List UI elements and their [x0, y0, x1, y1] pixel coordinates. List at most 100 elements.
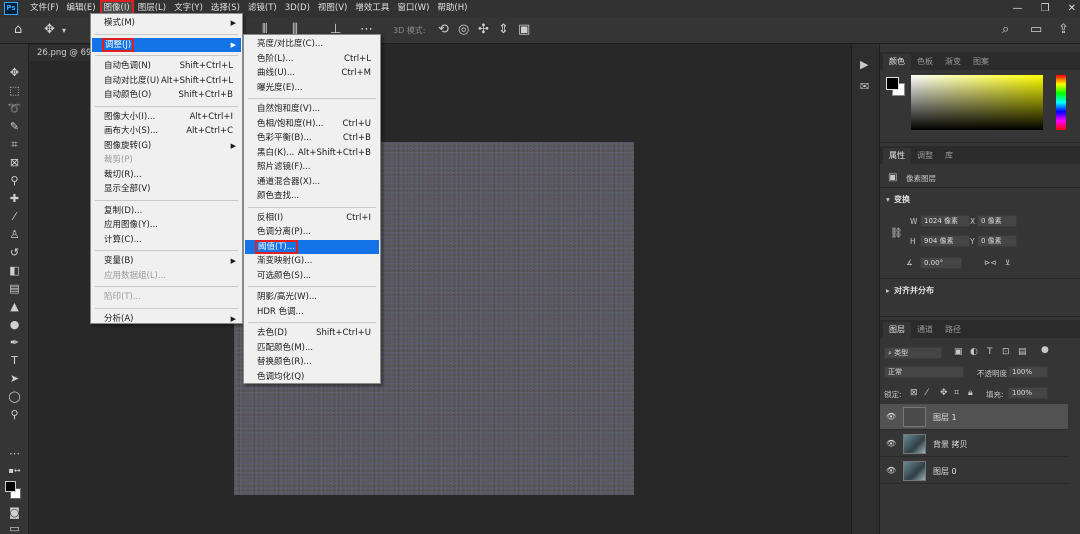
image-menu-item-15[interactable]: 复制(D)...	[92, 204, 241, 218]
link-icon[interactable]: ⛓	[890, 228, 903, 239]
image-menu-item-4[interactable]: 自动色调(N) Shift+Ctrl+L	[92, 59, 241, 73]
adjust-menu-item-11[interactable]: 颜色查找...	[245, 189, 379, 203]
orbit-3d-icon[interactable]: ⟲	[438, 22, 449, 37]
layer-filter-select[interactable]: ⌕ 类型	[884, 347, 942, 359]
image-menu-item-5[interactable]: 自动对比度(U) Alt+Shift+Ctrl+L	[92, 74, 241, 88]
menu-6-t[interactable]: 滤镜(T)	[244, 0, 281, 17]
hue-slider[interactable]	[1056, 75, 1066, 130]
chevron-right-icon[interactable]: ▸	[886, 286, 890, 295]
filter-shape-icon[interactable]: ⊡	[1002, 347, 1010, 357]
prop-tabs-tab-2[interactable]: 库	[939, 148, 959, 164]
opacity-field[interactable]: 100%	[1008, 366, 1048, 378]
image-menu-item-8[interactable]: 图像大小(I)... Alt+Ctrl+I	[92, 110, 241, 124]
blur-tool-icon[interactable]: ▲	[6, 300, 23, 314]
crop-tool-icon[interactable]: ⌗	[6, 138, 23, 152]
layer-row[interactable]: 👁︎ 图层 0	[880, 458, 1068, 484]
adjust-menu-item-17[interactable]: 可选颜色(S)...	[245, 269, 379, 283]
chevron-down-icon[interactable]: ▾	[62, 26, 66, 35]
eye-icon[interactable]: 👁︎	[886, 412, 896, 421]
gradient-tool-icon[interactable]: ▤	[6, 282, 23, 296]
adjust-menu-item-22[interactable]: 去色(D) Shift+Ctrl+U	[245, 326, 379, 340]
adjust-menu-item-16[interactable]: 渐变映射(G)...	[245, 254, 379, 268]
lock-all-icon[interactable]: 🔒︎	[968, 388, 973, 398]
menu-11-h[interactable]: 帮助(H)	[433, 0, 471, 17]
filter-smart-object-icon[interactable]: ▤	[1018, 347, 1027, 357]
adjust-menu-item-7[interactable]: 色彩平衡(B)... Ctrl+B	[245, 131, 379, 145]
filter-adjustment-icon[interactable]: ◐	[970, 347, 978, 357]
quick-mask-icon[interactable]: ◙	[6, 506, 23, 520]
adjust-menu-item-1[interactable]: 色阶(L)... Ctrl+L	[245, 52, 379, 66]
adjust-menu-item-25[interactable]: 色调均化(Q)	[245, 370, 379, 384]
color-picker-field[interactable]	[911, 75, 1043, 130]
document-tab[interactable]: 26.png @ 69.5	[29, 45, 91, 61]
adjust-menu-item-10[interactable]: 通道混合器(X)...	[245, 175, 379, 189]
zoom-tool-icon[interactable]: ⚲	[6, 408, 23, 422]
image-menu-item-2[interactable]: 调整(J) ▶	[92, 37, 241, 52]
image-menu-item-9[interactable]: 画布大小(S)... Alt+Ctrl+C	[92, 124, 241, 138]
filter-type-icon[interactable]: T	[987, 347, 993, 357]
eyedropper-tool-icon[interactable]: ⚲	[6, 174, 23, 188]
eye-icon[interactable]: 👁︎	[886, 466, 896, 475]
move-tool-icon[interactable]: ✥	[44, 22, 55, 37]
roll-3d-icon[interactable]: ◎	[458, 22, 469, 37]
share-icon[interactable]: ⇪	[1058, 22, 1069, 37]
ellipse-tool-icon[interactable]: ◯	[6, 390, 23, 404]
menu-7-3d-d[interactable]: 3D(D)	[281, 0, 314, 17]
restore-button[interactable]: ❐	[1041, 3, 1050, 14]
adjust-menu-item-19[interactable]: 阴影/高光(W)...	[245, 290, 379, 304]
pan-3d-icon[interactable]: ✣	[478, 22, 489, 37]
image-menu-item-10[interactable]: 图像旋转(G) ▶	[92, 139, 241, 153]
adjust-menu-item-8[interactable]: 黑白(K)... Alt+Shift+Ctrl+B	[245, 146, 379, 160]
color-tabs-tab-1[interactable]: 色板	[911, 54, 939, 70]
adjust-menu-item-15[interactable]: 阈值(T)...	[245, 239, 379, 254]
frame-tool-icon[interactable]: ⊠	[6, 156, 23, 170]
history-brush-tool-icon[interactable]: ↺	[6, 246, 23, 260]
adjust-menu-item-14[interactable]: 色调分离(P)...	[245, 225, 379, 239]
default-colors-icon[interactable]: ▪↔	[6, 464, 23, 478]
fill-field[interactable]: 100%	[1008, 387, 1048, 399]
slide-3d-icon[interactable]: ⇕	[498, 22, 509, 37]
layer-tabs-tab-2[interactable]: 路径	[939, 322, 967, 338]
adjust-menu-item-24[interactable]: 替换颜色(R)...	[245, 355, 379, 369]
color-tabs-tab-2[interactable]: 渐变	[939, 54, 967, 70]
foreground-color-swatch[interactable]	[5, 481, 16, 492]
type-tool-icon[interactable]: T	[6, 354, 23, 368]
blend-mode-select[interactable]: 正常	[884, 366, 964, 378]
angle-field[interactable]: 0.00°	[920, 257, 962, 269]
flip-vertical-icon[interactable]: ⊻	[1005, 258, 1011, 267]
minimize-button[interactable]: —	[1013, 3, 1023, 14]
image-menu-item-0[interactable]: 模式(M) ▶	[92, 16, 241, 30]
image-menu-item-16[interactable]: 应用图像(Y)...	[92, 218, 241, 232]
menu-10-w[interactable]: 窗口(W)	[393, 0, 433, 17]
chevron-down-icon[interactable]: ▾	[886, 195, 890, 204]
healing-brush-tool-icon[interactable]: ✚	[6, 192, 23, 206]
image-menu-item-22[interactable]: 陷印(T)...	[92, 290, 241, 304]
y-field[interactable]: 0 像素	[977, 235, 1017, 247]
workspace-icon[interactable]: ▭	[1030, 22, 1042, 37]
move-tool-icon[interactable]: ✥	[6, 66, 23, 80]
quick-select-tool-icon[interactable]: ✎	[6, 120, 23, 134]
prop-tabs-tab-0[interactable]: 属性	[883, 148, 911, 164]
image-menu-item-11[interactable]: 裁剪(P)	[92, 153, 241, 167]
pen-tool-icon[interactable]: ✒	[6, 336, 23, 350]
scale-3d-icon[interactable]: ▣	[518, 22, 530, 37]
menu-9-item[interactable]: 增效工具	[351, 0, 393, 17]
home-icon[interactable]: ⌂	[14, 22, 22, 37]
lock-position-icon[interactable]: ✥	[940, 388, 948, 398]
adjust-menu-item-5[interactable]: 自然饱和度(V)...	[245, 102, 379, 116]
layer-row[interactable]: 👁︎ 背景 拷贝	[880, 431, 1068, 457]
color-tabs-tab-0[interactable]: 颜色	[883, 54, 911, 70]
close-button[interactable]: ✕	[1068, 3, 1076, 14]
prop-tabs-tab-1[interactable]: 调整	[911, 148, 939, 164]
clone-stamp-tool-icon[interactable]: ♙	[6, 228, 23, 242]
dodge-tool-icon[interactable]: ●	[6, 318, 23, 332]
image-menu-item-20[interactable]: 应用数据组(L)...	[92, 269, 241, 283]
adjust-menu-item-13[interactable]: 反相(I) Ctrl+I	[245, 211, 379, 225]
menu-0-f[interactable]: 文件(F)	[26, 0, 63, 17]
eye-icon[interactable]: 👁︎	[886, 439, 896, 448]
width-field[interactable]: 1024 像素	[920, 215, 970, 227]
filter-toggle-icon[interactable]: ●	[1041, 345, 1049, 355]
adjust-menu-item-3[interactable]: 曝光度(E)...	[245, 81, 379, 95]
menu-8-v[interactable]: 视图(V)	[314, 0, 351, 17]
color-tabs-tab-3[interactable]: 图案	[967, 54, 995, 70]
